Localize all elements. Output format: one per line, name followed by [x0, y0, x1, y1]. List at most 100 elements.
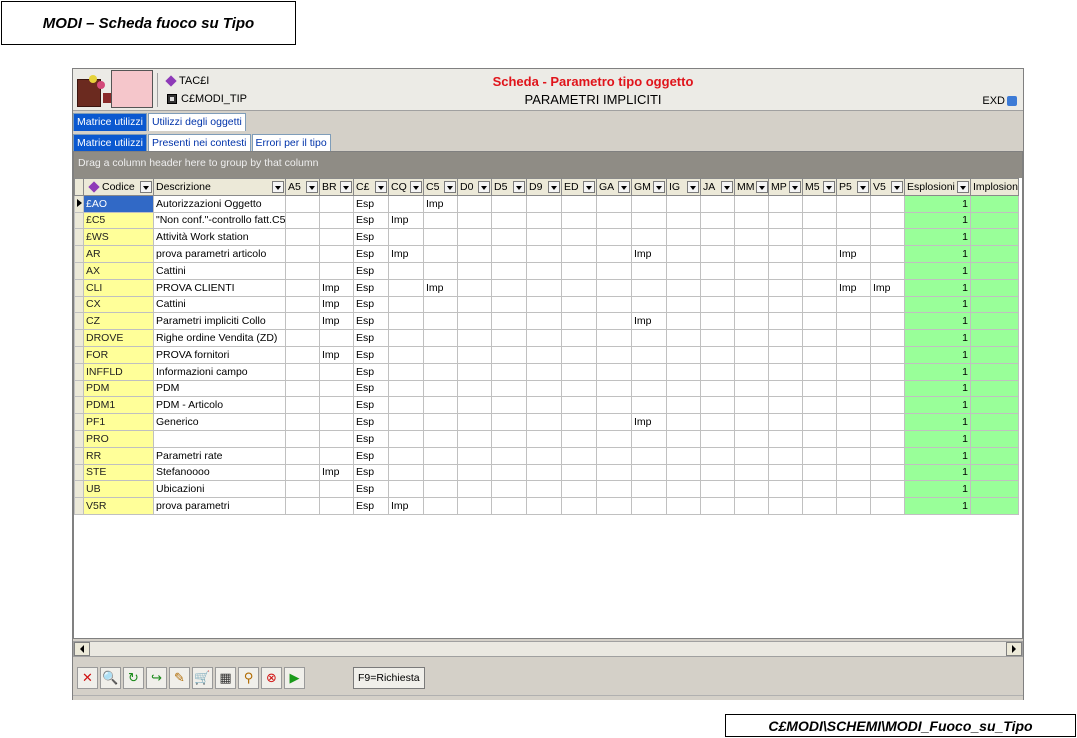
- cell-p5[interactable]: Imp: [836, 245, 871, 263]
- cell-ig[interactable]: [666, 480, 701, 499]
- cell-ed[interactable]: [561, 261, 597, 280]
- cell-mp[interactable]: [768, 329, 803, 347]
- column-header-codice[interactable]: Codice: [83, 178, 154, 196]
- cell-v5[interactable]: [870, 429, 905, 448]
- cell-m5[interactable]: [802, 228, 837, 247]
- column-header-mm[interactable]: MM: [734, 178, 769, 196]
- cell-descrizione[interactable]: Attività Work station: [153, 228, 286, 247]
- row-indicator[interactable]: [74, 429, 84, 448]
- column-header-c5[interactable]: C5: [423, 178, 458, 196]
- cell-gm[interactable]: [631, 379, 667, 398]
- cell-a5[interactable]: [285, 211, 320, 230]
- cell-d0[interactable]: [457, 497, 492, 515]
- cell-gm[interactable]: [631, 278, 667, 297]
- cell-codice[interactable]: AR: [83, 245, 154, 263]
- cell-mm[interactable]: [734, 413, 769, 431]
- cell-implosioni[interactable]: [970, 379, 1019, 398]
- cell-c5[interactable]: [423, 396, 458, 415]
- cell-ig[interactable]: [666, 362, 701, 381]
- cell-implosioni[interactable]: [970, 211, 1019, 230]
- cell-cq[interactable]: [388, 362, 424, 381]
- column-header-descrizione[interactable]: Descrizione: [153, 178, 286, 196]
- cell-ja[interactable]: [700, 396, 735, 415]
- cell-d5[interactable]: [491, 362, 527, 381]
- cell-v5[interactable]: [870, 295, 905, 314]
- table-row[interactable]: CX Cattini Imp Esp 1: [74, 295, 1019, 314]
- cell-p5[interactable]: [836, 329, 871, 347]
- cell-v5[interactable]: [870, 463, 905, 482]
- cell-m5[interactable]: [802, 345, 837, 364]
- cell-ig[interactable]: [666, 329, 701, 347]
- table-row[interactable]: PRO Esp 1: [74, 429, 1019, 448]
- cell-d0[interactable]: [457, 429, 492, 448]
- cell-mp[interactable]: [768, 245, 803, 263]
- cell-descrizione[interactable]: Stefanoooo: [153, 463, 286, 482]
- cell-mp[interactable]: [768, 396, 803, 415]
- cell-cq[interactable]: [388, 278, 424, 297]
- filter-dropdown-icon[interactable]: [140, 180, 152, 193]
- cell-codice[interactable]: CX: [83, 295, 154, 314]
- cell-codice[interactable]: CLI: [83, 278, 154, 297]
- cell-ed[interactable]: [561, 362, 597, 381]
- cell-esplosioni[interactable]: 1: [904, 329, 971, 347]
- exd-label[interactable]: EXD: [982, 95, 1017, 107]
- cell-codice[interactable]: PDM: [83, 379, 154, 398]
- cell-descrizione[interactable]: Cattini: [153, 261, 286, 280]
- cell-descrizione[interactable]: PROVA CLIENTI: [153, 278, 286, 297]
- cell-d9[interactable]: [526, 345, 562, 364]
- cell-ja[interactable]: [700, 345, 735, 364]
- cell-ga[interactable]: [596, 228, 632, 247]
- row-indicator[interactable]: [74, 379, 84, 398]
- cell-ga[interactable]: [596, 345, 632, 364]
- cell-ig[interactable]: [666, 245, 701, 263]
- cell-ga[interactable]: [596, 446, 632, 465]
- row-indicator[interactable]: [74, 194, 84, 213]
- cell-cq[interactable]: [388, 261, 424, 280]
- cell-ig[interactable]: [666, 228, 701, 247]
- cell-implosioni[interactable]: [970, 345, 1019, 364]
- filter-dropdown-icon[interactable]: [653, 180, 665, 193]
- cell-p5[interactable]: [836, 312, 871, 331]
- row-indicator[interactable]: [74, 345, 84, 364]
- cell-br[interactable]: [319, 194, 354, 213]
- cell-c5[interactable]: [423, 413, 458, 431]
- tab-errori-per-il-tipo[interactable]: Errori per il tipo: [251, 134, 331, 152]
- cell-p5[interactable]: [836, 497, 871, 515]
- cell-mm[interactable]: [734, 396, 769, 415]
- cell-d5[interactable]: [491, 329, 527, 347]
- cell-descrizione[interactable]: Parametri impliciti Collo: [153, 312, 286, 331]
- cell-c[interactable]: Esp: [353, 463, 389, 482]
- cell-ed[interactable]: [561, 329, 597, 347]
- cell-d0[interactable]: [457, 194, 492, 213]
- cell-d9[interactable]: [526, 429, 562, 448]
- cell-c[interactable]: Esp: [353, 446, 389, 465]
- cell-mp[interactable]: [768, 497, 803, 515]
- cell-ga[interactable]: [596, 194, 632, 213]
- cell-c5[interactable]: [423, 211, 458, 230]
- row-indicator[interactable]: [74, 261, 84, 280]
- cell-descrizione[interactable]: prova parametri: [153, 497, 286, 515]
- cell-mm[interactable]: [734, 228, 769, 247]
- cell-codice[interactable]: PDM1: [83, 396, 154, 415]
- column-header-c[interactable]: C£: [353, 178, 389, 196]
- cell-br[interactable]: Imp: [319, 278, 354, 297]
- cell-a5[interactable]: [285, 463, 320, 482]
- filter-dropdown-icon[interactable]: [478, 180, 490, 193]
- row-indicator[interactable]: [74, 480, 84, 499]
- cell-d9[interactable]: [526, 261, 562, 280]
- cell-ed[interactable]: [561, 211, 597, 230]
- cell-mp[interactable]: [768, 228, 803, 247]
- cell-m5[interactable]: [802, 194, 837, 213]
- cell-p5[interactable]: [836, 261, 871, 280]
- cell-br[interactable]: [319, 413, 354, 431]
- cell-mp[interactable]: [768, 261, 803, 280]
- edit-button[interactable]: ✎: [169, 667, 190, 689]
- cell-cq[interactable]: [388, 329, 424, 347]
- cell-d5[interactable]: [491, 497, 527, 515]
- cell-ga[interactable]: [596, 211, 632, 230]
- cell-v5[interactable]: [870, 211, 905, 230]
- cell-codice[interactable]: £AO: [83, 194, 154, 213]
- cell-d9[interactable]: [526, 497, 562, 515]
- cell-ig[interactable]: [666, 463, 701, 482]
- cell-cq[interactable]: [388, 413, 424, 431]
